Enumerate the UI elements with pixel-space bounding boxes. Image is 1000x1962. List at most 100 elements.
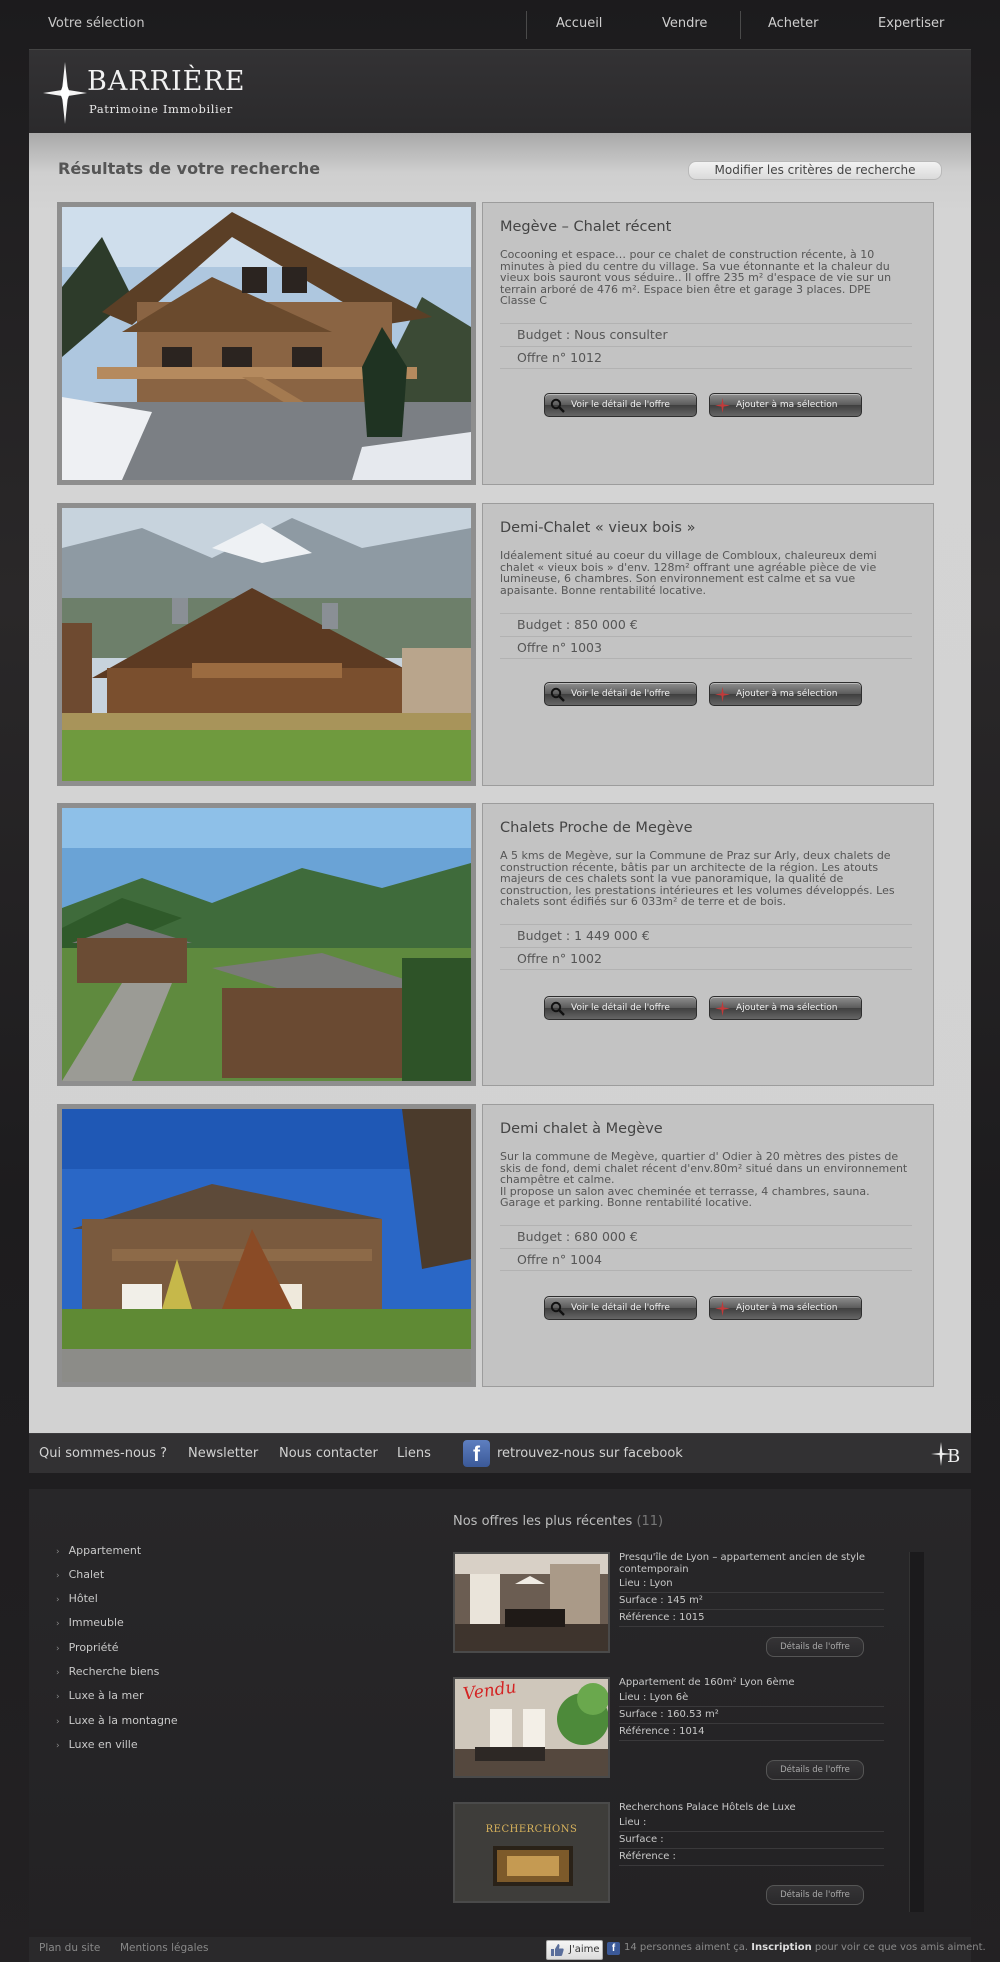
plus-star-icon (715, 1301, 730, 1316)
listing-title[interactable]: Chalets Proche de Megève (500, 820, 693, 836)
nav-accueil[interactable]: Accueil (556, 16, 602, 31)
listing-photo[interactable] (57, 503, 476, 786)
category-link[interactable]: › Luxe à la mer (56, 1689, 144, 1702)
footer-link-contact[interactable]: Nous contacter (279, 1446, 378, 1461)
add-to-selection-label: Ajouter à ma sélection (736, 1003, 838, 1013)
nav-acheter[interactable]: Acheter (768, 16, 819, 31)
chevron-right-icon: › (56, 1619, 60, 1629)
offer-thumbnail[interactable]: RECHERCHONS (453, 1802, 610, 1903)
category-link[interactable]: › Chalet (56, 1568, 104, 1581)
listing-description: Cocooning et espace… pour ce chalet de c… (500, 248, 892, 307)
offer-lieu: Lieu : (619, 1815, 884, 1832)
category-link[interactable]: › Appartement (56, 1544, 141, 1557)
bottom-panel: › Appartement › Chalet › Hôtel › Immeuble › P… (29, 1489, 971, 1929)
footer-link-newsletter[interactable]: Newsletter (188, 1446, 258, 1461)
apartment-photo (455, 1554, 608, 1651)
view-offer-detail-button[interactable]: Voir le détail de l'offre (544, 1296, 697, 1320)
recent-offers-label: Nos offres les plus récentes (453, 1514, 633, 1529)
plus-star-icon (715, 398, 730, 413)
listing-photo[interactable] (57, 1104, 476, 1387)
chevron-right-icon: › (56, 1692, 60, 1702)
category-label: Luxe à la mer (68, 1689, 144, 1702)
listing-budget: Budget : Nous consulter (500, 323, 912, 346)
votre-selection-link[interactable]: Votre sélection (48, 16, 145, 31)
offer-lieu: Lieu : Lyon 6è (619, 1690, 884, 1707)
modify-criteria-button[interactable]: Modifier les critères de recherche (688, 161, 942, 180)
category-label: Luxe à la montagne (68, 1714, 178, 1727)
recent-offers-scrollbar[interactable] (909, 1552, 924, 1912)
chevron-right-icon: › (56, 1595, 60, 1605)
footer-link-about[interactable]: Qui sommes-nous ? (39, 1446, 167, 1461)
results-panel: Résultats de votre recherche Modifier le… (29, 133, 971, 1433)
offer-thumbnail[interactable] (453, 1552, 610, 1653)
offer-details-button[interactable]: Détails de l'offre (766, 1760, 864, 1780)
offer-title[interactable]: Presqu'île de Lyon – appartement ancien … (619, 1552, 884, 1576)
view-offer-detail-button[interactable]: Voir le détail de l'offre (544, 996, 697, 1020)
nav-vendre[interactable]: Vendre (662, 16, 707, 31)
add-to-selection-button[interactable]: Ajouter à ma sélection (709, 682, 862, 706)
sitemap-link[interactable]: Plan du site (39, 1942, 100, 1954)
mini-logo-icon: B (931, 1442, 960, 1467)
add-to-selection-button[interactable]: Ajouter à ma sélection (709, 996, 862, 1020)
offer-title[interactable]: Appartement de 160m² Lyon 6ème (619, 1677, 884, 1689)
listing-info: Demi chalet à Megève Sur la commune de M… (482, 1104, 934, 1387)
view-offer-detail-label: Voir le détail de l'offre (571, 1003, 670, 1013)
nav-divider (526, 11, 527, 39)
category-link[interactable]: › Luxe à la montagne (56, 1714, 178, 1727)
nav-divider (740, 11, 741, 39)
chevron-right-icon: › (56, 1717, 60, 1727)
view-offer-detail-button[interactable]: Voir le détail de l'offre (544, 682, 697, 706)
category-link[interactable]: › Propriété (56, 1641, 118, 1654)
offer-details-button[interactable]: Détails de l'offre (766, 1637, 864, 1657)
category-label: Recherche biens (68, 1665, 160, 1678)
listing-photo[interactable] (57, 803, 476, 1086)
recherchons-sign: RECHERCHONS (485, 1824, 578, 1835)
listing-info: Chalets Proche de Megève A 5 kms de Megè… (482, 803, 934, 1086)
category-link[interactable]: › Hôtel (56, 1592, 98, 1605)
chevron-right-icon: › (56, 1571, 60, 1581)
listing-description: Sur la commune de Megève, quartier d' Od… (500, 1150, 908, 1209)
plus-star-icon (715, 687, 730, 702)
signup-link[interactable]: Inscription (751, 1942, 811, 1953)
listing-card: Megève – Chalet récent Cocooning et espa… (57, 202, 934, 485)
offer-reference: Référence : (619, 1849, 884, 1866)
offer-surface: Surface : 160.53 m² (619, 1707, 884, 1724)
star-logo-icon (43, 62, 87, 124)
footer-link-liens[interactable]: Liens (397, 1446, 431, 1461)
like-label: J'aime (569, 1944, 600, 1955)
offer-thumbnail[interactable]: Vendu (453, 1677, 610, 1778)
facebook-like-text: 14 personnes aiment ça. Inscription pour… (624, 1942, 986, 1953)
add-to-selection-button[interactable]: Ajouter à ma sélection (709, 1296, 862, 1320)
brand-tagline: Patrimoine Immobilier (89, 102, 233, 116)
offer-title[interactable]: Recherchons Palace Hôtels de Luxe (619, 1802, 884, 1814)
category-link[interactable]: › Recherche biens (56, 1665, 159, 1678)
add-to-selection-label: Ajouter à ma sélection (736, 689, 838, 699)
listing-budget: Budget : 680 000 € (500, 1225, 912, 1248)
category-label: Immeuble (68, 1616, 124, 1629)
nav-expertiser[interactable]: Expertiser (878, 16, 944, 31)
svg-text:B: B (947, 1446, 960, 1467)
listing-info: Megève – Chalet récent Cocooning et espa… (482, 202, 934, 485)
category-link[interactable]: › Luxe en ville (56, 1738, 138, 1751)
add-to-selection-label: Ajouter à ma sélection (736, 400, 838, 410)
offer-details-button[interactable]: Détails de l'offre (766, 1885, 864, 1905)
offer-reference: Référence : 1015 (619, 1610, 884, 1627)
facebook-link[interactable]: retrouvez-nous sur facebook (497, 1446, 683, 1461)
facebook-icon[interactable]: f (463, 1440, 490, 1467)
listing-title[interactable]: Megève – Chalet récent (500, 219, 671, 235)
magnifier-icon (550, 1301, 565, 1316)
listing-title[interactable]: Demi chalet à Megève (500, 1121, 663, 1137)
add-to-selection-button[interactable]: Ajouter à ma sélection (709, 393, 862, 417)
chalet-photo (62, 808, 471, 1081)
view-offer-detail-button[interactable]: Voir le détail de l'offre (544, 393, 697, 417)
signup-suffix-text: pour voir ce que vos amis aiment. (814, 1942, 986, 1953)
listing-photo[interactable] (57, 202, 476, 485)
magnifier-icon (550, 687, 565, 702)
barriere-logo[interactable]: BARRIÈRE Patrimoine Immobilier (43, 60, 253, 126)
brand-name: BARRIÈRE (87, 66, 246, 97)
legal-link[interactable]: Mentions légales (120, 1942, 208, 1954)
top-navigation: Votre sélection Accueil Vendre Acheter E… (0, 0, 1000, 48)
facebook-like-button[interactable]: J'aime (546, 1940, 603, 1960)
category-link[interactable]: › Immeuble (56, 1616, 124, 1629)
listing-title[interactable]: Demi-Chalet « vieux bois » (500, 520, 695, 536)
